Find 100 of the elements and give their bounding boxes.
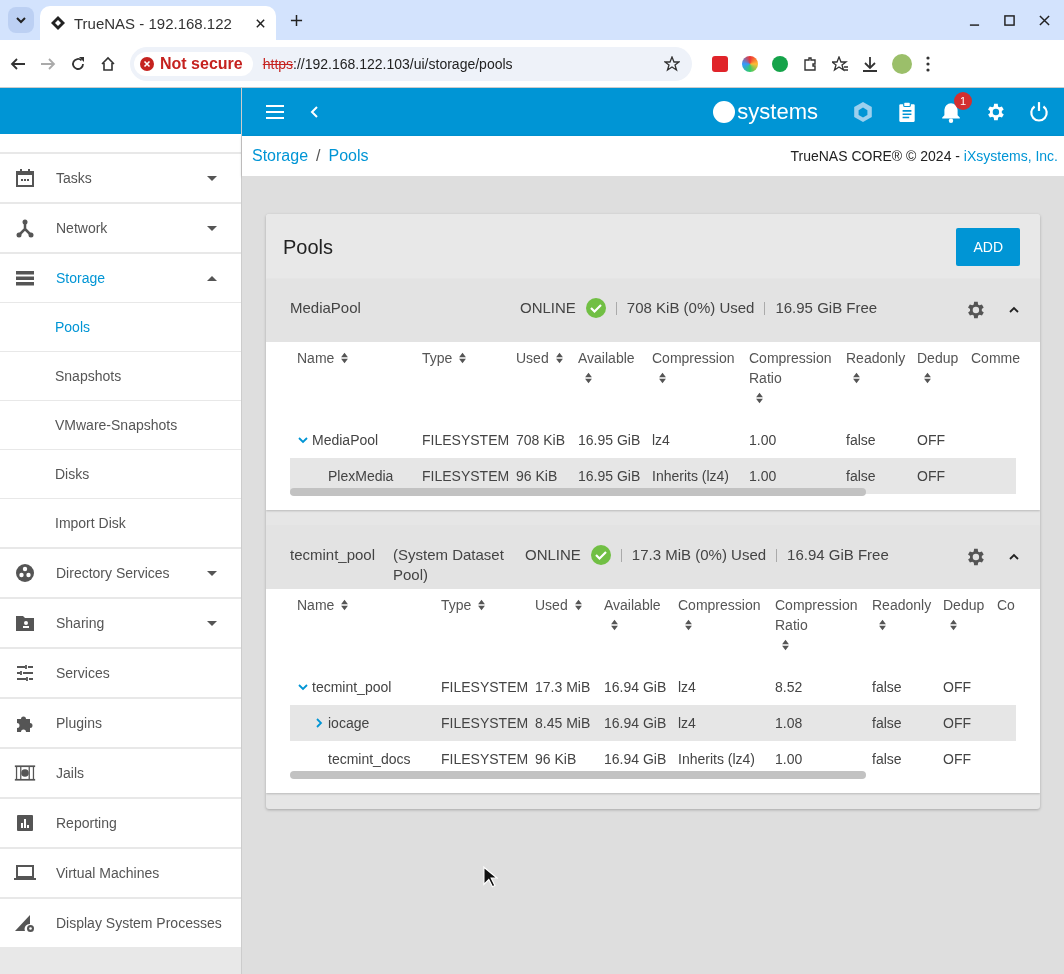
calendar-icon <box>14 168 36 188</box>
pool-status: ONLINE <box>520 299 576 316</box>
table-cell: FILESYSTEM <box>422 468 510 484</box>
sidebar-item[interactable]: Virtual Machines <box>0 849 241 897</box>
table-cell: OFF <box>917 432 945 448</box>
copyright-text: TrueNAS CORE® © 2024 - iXsystems, Inc. <box>790 148 1058 164</box>
bookmark-star-icon[interactable] <box>664 55 680 72</box>
sidebar-item[interactable]: VMware-Snapshots <box>0 401 241 449</box>
download-icon[interactable] <box>862 55 878 72</box>
tab-list-button[interactable] <box>8 7 34 33</box>
extension-icon[interactable] <box>772 55 788 72</box>
sidebar-item[interactable]: Services <box>0 649 241 697</box>
column-header[interactable]: Comme <box>971 348 1020 368</box>
home-icon[interactable] <box>100 55 116 72</box>
bookmarks-icon[interactable] <box>832 55 848 72</box>
dataset-name: MediaPool <box>312 432 379 448</box>
table-cell: 16.94 GiB <box>604 679 667 695</box>
dataset-row[interactable]: iocage FILESYSTEM 8.45 MiB 16.94 GiB lz4 1.08 false OFF <box>290 705 1016 741</box>
logo-icon <box>50 15 66 31</box>
pool-used: 17.3 MiB (0%) Used <box>631 546 767 563</box>
column-header[interactable]: Name <box>297 595 335 615</box>
column-header[interactable]: Type <box>422 348 453 368</box>
column-header[interactable]: Readonly <box>872 595 932 615</box>
close-icon[interactable] <box>1039 14 1050 26</box>
column-header[interactable]: Used <box>516 348 549 368</box>
column-header[interactable]: Used <box>535 595 568 615</box>
column-header[interactable]: Compression <box>678 595 761 615</box>
table-cell: 17.3 MiB <box>535 679 591 695</box>
sidebar-item[interactable]: Directory Services <box>0 549 241 597</box>
scrollbar-thumb[interactable] <box>290 488 866 496</box>
puzzle-icon[interactable] <box>802 55 818 72</box>
sort-icon[interactable] <box>573 599 583 611</box>
breadcrumb-separator: / <box>316 147 321 165</box>
sort-icon[interactable] <box>610 619 619 631</box>
sort-icon[interactable] <box>658 372 667 384</box>
extension-icon[interactable] <box>712 55 728 72</box>
table-cell: 708 KiB <box>516 432 566 448</box>
browser-tab[interactable]: TrueNAS - 192.168.122 <box>40 6 276 40</box>
column-header[interactable]: Compression Ratio <box>775 595 861 635</box>
close-icon[interactable] <box>255 17 266 29</box>
scrollbar-thumb[interactable] <box>290 771 866 779</box>
security-chip[interactable]: Not secure <box>134 51 253 76</box>
sidebar-item[interactable]: Sharing <box>0 599 241 647</box>
power-icon[interactable] <box>1028 101 1050 123</box>
sort-icon[interactable] <box>584 372 593 384</box>
sidebar-item[interactable]: Reporting <box>0 799 241 847</box>
sort-icon[interactable] <box>781 639 790 651</box>
network-icon <box>14 218 36 238</box>
logo-badge-icon <box>713 101 736 123</box>
table-cell: false <box>846 468 876 484</box>
dataset-row[interactable]: MediaPool FILESYSTEM 708 KiB 16.95 GiB lz4 1.00 false OFF <box>290 422 1016 458</box>
sort-icon[interactable] <box>340 599 350 611</box>
menu-icon[interactable] <box>926 55 930 72</box>
pool-name: MediaPool <box>290 299 362 316</box>
dataset-row[interactable]: tecmint_pool FILESYSTEM 17.3 MiB 16.94 GiB lz4 8.52 false OFF <box>290 669 1016 705</box>
maximize-icon[interactable] <box>1004 14 1015 26</box>
sidebar-item[interactable]: Jails <box>0 749 241 797</box>
sidebar-item[interactable]: Import Disk <box>0 499 241 547</box>
bell-icon[interactable] <box>940 101 962 123</box>
clipboard-icon[interactable] <box>896 101 918 123</box>
column-header[interactable]: Name <box>297 348 335 368</box>
sort-icon[interactable] <box>923 372 932 384</box>
reload-icon[interactable] <box>70 55 86 72</box>
sort-icon[interactable] <box>477 599 487 611</box>
sort-icon[interactable] <box>554 352 564 364</box>
sort-icon[interactable] <box>458 352 468 364</box>
column-header[interactable]: Readonly <box>846 348 906 368</box>
new-tab-button[interactable] <box>290 13 303 27</box>
sidebar-item[interactable]: Network <box>0 204 241 252</box>
column-header[interactable]: Co <box>997 595 1015 615</box>
column-header[interactable]: Dedup <box>917 348 959 368</box>
sort-icon[interactable] <box>755 392 764 404</box>
sort-icon[interactable] <box>949 619 958 631</box>
column-header[interactable]: Type <box>441 595 472 615</box>
column-header[interactable]: Compression <box>652 348 735 368</box>
sort-icon[interactable] <box>340 352 350 364</box>
dataset-name: tecmint_pool <box>312 679 392 695</box>
check-circle-icon <box>585 298 606 318</box>
sidebar-item[interactable]: Disks <box>0 450 241 498</box>
table-cell: OFF <box>943 751 971 767</box>
sort-icon[interactable] <box>878 619 887 631</box>
column-header[interactable]: Available <box>578 348 635 368</box>
sort-icon[interactable] <box>684 619 693 631</box>
column-header[interactable]: Available <box>604 595 661 615</box>
sort-icon[interactable] <box>852 372 861 384</box>
table-cell: 8.45 MiB <box>535 715 591 731</box>
column-header[interactable]: Compression Ratio <box>749 348 835 388</box>
sidebar-item[interactable]: Plugins <box>0 699 241 747</box>
chevron-left-icon[interactable] <box>310 106 318 118</box>
back-icon[interactable] <box>10 55 26 72</box>
sidebar-item[interactable]: Display System Processes <box>0 899 241 947</box>
address-field[interactable]: Not secure https://192.168.122.103/ui/storage/pools <box>130 46 692 81</box>
pool-header[interactable]: MediaPool ONLINE 708 KiB (0%) Used 16.95 GiB Free <box>266 279 1040 342</box>
sidebar-item[interactable]: Tasks <box>0 154 241 202</box>
table-cell: 16.95 GiB <box>578 432 641 448</box>
column-header[interactable]: Dedup <box>943 595 985 615</box>
pool-header[interactable]: tecmint_pool (System Dataset Pool) ONLINE 17.3 MiB (0%) Used 16.94 GiB Free <box>266 526 1040 589</box>
extension-icon[interactable] <box>742 55 758 72</box>
dataset-row[interactable]: tecmint_docs FILESYSTEM 96 KiB 16.94 GiB Inherits (lz4) 1.00 false OFF <box>290 741 1016 777</box>
sidebar-item[interactable]: Snapshots <box>0 352 241 400</box>
